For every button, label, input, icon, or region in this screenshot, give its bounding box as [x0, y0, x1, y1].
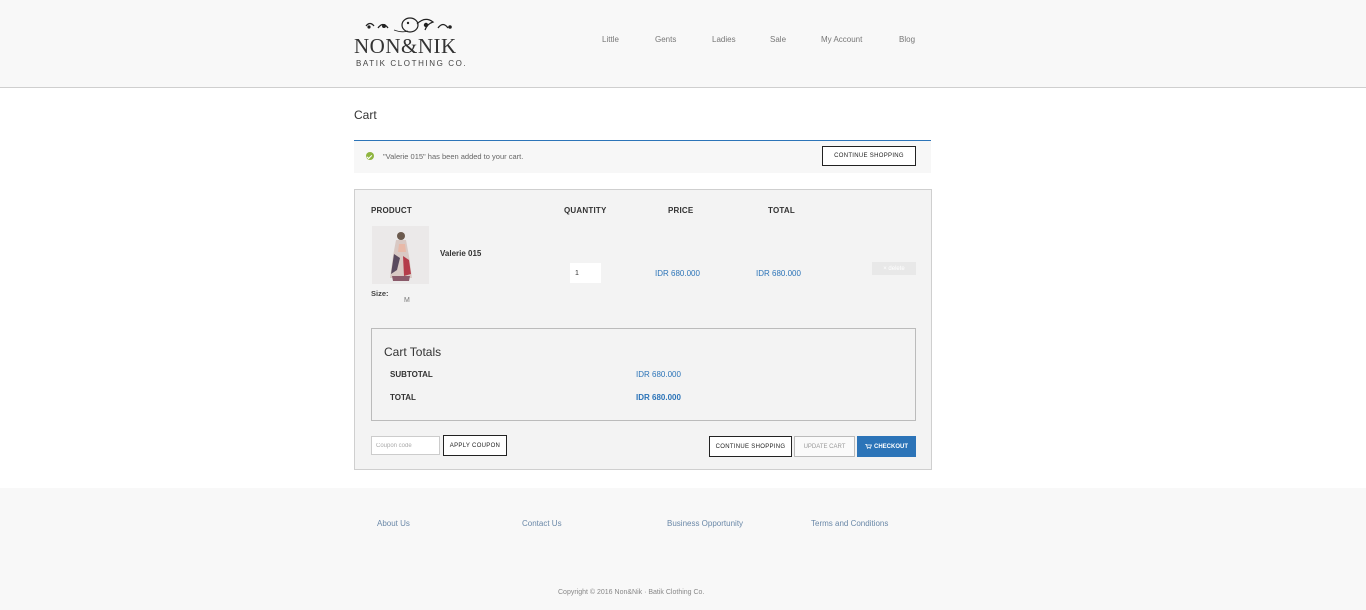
total-value: IDR 680.000 — [636, 393, 681, 402]
footer-link-terms[interactable]: Terms and Conditions — [811, 519, 888, 528]
site-header: NON&NIK BATIK CLOTHING CO. Little Gents … — [0, 0, 1366, 88]
nav-ladies[interactable]: Ladies — [712, 35, 736, 44]
footer-link-about-us[interactable]: About Us — [377, 519, 410, 528]
site-logo[interactable]: NON&NIK BATIK CLOTHING CO. — [354, 12, 484, 72]
nav-little[interactable]: Little — [602, 35, 619, 44]
footer-link-contact-us[interactable]: Contact Us — [522, 519, 562, 528]
subtotal-value: IDR 680.000 — [636, 370, 681, 379]
cart-totals-title: Cart Totals — [384, 345, 442, 359]
quantity-input[interactable] — [570, 263, 601, 283]
copyright-text: Copyright © 2016 Non&Nik · Batik Clothin… — [558, 589, 705, 596]
logo-subtitle: BATIK CLOTHING CO. — [356, 59, 468, 68]
page-title: Cart — [354, 108, 377, 122]
column-header-total: TOTAL — [768, 206, 795, 215]
nav-sale[interactable]: Sale — [770, 35, 786, 44]
coupon-code-input[interactable] — [371, 436, 440, 455]
product-thumbnail[interactable] — [372, 226, 429, 284]
item-price: IDR 680.000 — [655, 269, 700, 278]
column-header-product: PRODUCT — [371, 206, 412, 215]
check-circle-icon — [366, 152, 374, 160]
update-cart-button[interactable]: UPDATE CART — [794, 436, 855, 457]
notice-continue-shopping-button[interactable]: CONTINUE SHOPPING — [822, 146, 916, 166]
dress-image-icon — [372, 226, 429, 284]
logo-text: NON&NIK — [354, 34, 457, 58]
product-name-link[interactable]: Valerie 015 — [440, 249, 481, 258]
delete-item-button[interactable]: × delete — [872, 262, 916, 275]
size-label: Size: — [371, 289, 389, 298]
column-header-quantity: QUANTITY — [564, 206, 607, 215]
footer-link-business-opportunity[interactable]: Business Opportunity — [667, 519, 743, 528]
subtotal-label: SUBTOTAL — [390, 370, 433, 379]
checkout-label: CHECKOUT — [874, 443, 908, 450]
apply-coupon-button[interactable]: APPLY COUPON — [443, 435, 507, 456]
nav-my-account[interactable]: My Account — [821, 35, 862, 44]
shopping-cart-icon — [865, 444, 872, 449]
birds-logo-icon — [365, 17, 452, 33]
continue-shopping-button[interactable]: CONTINUE SHOPPING — [709, 436, 792, 457]
size-value: M — [404, 297, 410, 304]
item-total: IDR 680.000 — [756, 269, 801, 278]
column-header-price: PRICE — [668, 206, 694, 215]
nav-blog[interactable]: Blog — [899, 35, 915, 44]
total-label: TOTAL — [390, 393, 416, 402]
nav-gents[interactable]: Gents — [655, 35, 676, 44]
notice-message: "Valerie 015" has been added to your car… — [383, 152, 524, 161]
checkout-button[interactable]: CHECKOUT — [857, 436, 916, 457]
